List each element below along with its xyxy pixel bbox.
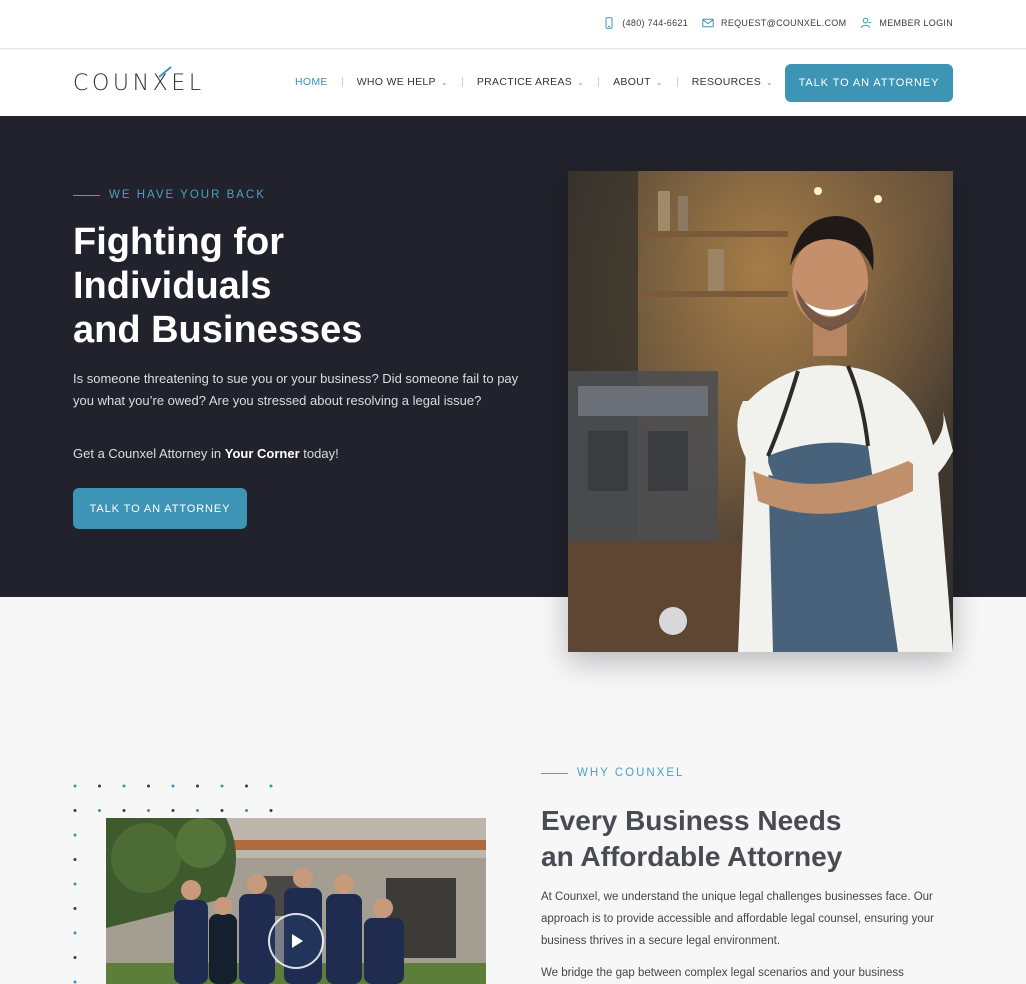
nav-divider xyxy=(461,77,463,87)
nav-resources-label: RESOURCES xyxy=(691,76,762,88)
decorative-dot xyxy=(147,784,150,788)
nav-divider xyxy=(598,77,600,87)
why-paragraph-2: We bridge the gap between complex legal … xyxy=(541,967,904,979)
chevron-down-icon: ⌄ xyxy=(577,77,585,87)
hero-paragraph: Is someone threatening to sue you or you… xyxy=(73,371,519,408)
why-title-line: Every Business Needs xyxy=(541,805,842,836)
logo-text-2: EL xyxy=(171,71,205,96)
why-title: Every Business Needs an Affordable Attor… xyxy=(541,803,961,875)
decorative-dot xyxy=(98,809,101,812)
why-title-line: an Affordable Attorney xyxy=(541,841,843,872)
utility-phone[interactable]: (480) 744-6621 xyxy=(603,17,688,29)
decorative-dot xyxy=(220,784,224,788)
talk-to-attorney-nav-button[interactable]: TALK TO AN ATTORNEY xyxy=(785,64,953,102)
nav-divider xyxy=(676,77,678,87)
utility-phone-label: (480) 744-6621 xyxy=(622,18,689,28)
decorative-dot xyxy=(196,809,199,812)
decorative-dot xyxy=(98,784,101,788)
hero-title-line: Individuals xyxy=(73,265,272,307)
decorative-dot xyxy=(73,809,77,812)
decorative-dot xyxy=(171,784,175,788)
logo-x: X xyxy=(153,66,172,96)
page: (480) 744-6621 REQUEST@COUNXEL.COM MEMBE… xyxy=(0,0,1026,984)
utility-email-label: REQUEST@COUNXEL.COM xyxy=(721,18,847,28)
decorative-dot xyxy=(245,784,248,788)
chevron-down-icon: ⌄ xyxy=(766,77,774,87)
decorative-dot xyxy=(73,931,77,935)
hero-cta-line: Get a Counxel Attorney in Your Corner to… xyxy=(73,444,339,464)
logo[interactable]: COUN X EL xyxy=(73,66,205,96)
why-eyebrow: WHY COUNXEL xyxy=(541,767,684,779)
decorative-dot xyxy=(73,956,77,959)
nav-divider xyxy=(341,77,343,87)
chevron-down-icon: ⌄ xyxy=(440,77,448,87)
phone-icon xyxy=(605,17,613,29)
decorative-dot xyxy=(220,809,224,812)
hero-cta-pre: Get a Counxel Attorney in xyxy=(73,446,225,461)
hero-cta-bold: Your Corner xyxy=(224,446,300,461)
hero-photo-barista xyxy=(568,171,953,652)
decorative-dot xyxy=(196,784,199,788)
hero-title: Fighting for Individuals and Businesses xyxy=(73,220,493,352)
decorative-dot xyxy=(122,784,126,788)
decorative-dot xyxy=(73,980,77,984)
logo-accent-stroke xyxy=(158,66,172,78)
decorative-dot xyxy=(73,907,77,910)
video-play-button[interactable] xyxy=(268,913,324,969)
member-login-label: MEMBER LOGIN xyxy=(879,18,953,28)
logo-text-1: COUN xyxy=(73,71,153,96)
nav-practice-areas[interactable]: PRACTICE AREAS ⌄ xyxy=(477,76,584,88)
play-icon xyxy=(292,934,303,948)
member-login-link[interactable]: MEMBER LOGIN xyxy=(860,17,953,29)
hero-cta-post: today! xyxy=(299,446,339,461)
hero-title-line: Fighting for xyxy=(73,221,285,263)
decorative-dot xyxy=(73,833,77,837)
utility-email[interactable]: REQUEST@COUNXEL.COM xyxy=(702,17,846,29)
decorative-dot xyxy=(122,809,126,812)
decorative-dot xyxy=(73,882,77,886)
primary-nav: HOME WHO WE HELP ⌄ PRACTICE AREAS ⌄ ABOUT ⌄… xyxy=(295,76,773,88)
decorative-dot xyxy=(147,809,150,812)
eyebrow-line xyxy=(73,194,100,196)
chevron-down-icon: ⌄ xyxy=(655,77,663,87)
nav-who-we-help-label: WHO WE HELP xyxy=(356,76,436,88)
hero-eyebrow: WE HAVE YOUR BACK xyxy=(73,189,266,201)
decorative-dot xyxy=(245,809,248,812)
talk-to-attorney-hero-button[interactable]: TALK TO AN ATTORNEY xyxy=(73,488,247,529)
nav-home-label: HOME xyxy=(295,76,328,88)
nav-home[interactable]: HOME xyxy=(295,76,328,88)
decorative-dot xyxy=(269,784,273,788)
nav-resources[interactable]: RESOURCES ⌄ xyxy=(692,76,773,88)
mail-icon xyxy=(702,18,714,28)
why-eyebrow-text: WHY COUNXEL xyxy=(577,767,685,779)
decorative-dot xyxy=(171,809,175,812)
hero-title-line: and Businesses xyxy=(73,309,363,351)
nav-about[interactable]: ABOUT ⌄ xyxy=(613,76,663,88)
why-paragraph-1: At Counxel, we understand the unique leg… xyxy=(541,891,934,947)
eyebrow-line xyxy=(541,772,568,774)
hero-eyebrow-text: WE HAVE YOUR BACK xyxy=(109,189,266,201)
nav-practice-areas-label: PRACTICE AREAS xyxy=(476,76,573,88)
decorative-dot xyxy=(269,809,273,812)
decorative-dot xyxy=(73,858,77,861)
nav-who-we-help[interactable]: WHO WE HELP ⌄ xyxy=(357,76,448,88)
decorative-dot xyxy=(73,784,77,788)
barista-illustration xyxy=(568,171,953,652)
nav-about-label: ABOUT xyxy=(613,76,651,88)
user-icon xyxy=(861,17,872,28)
utility-bar: (480) 744-6621 REQUEST@COUNXEL.COM MEMBE… xyxy=(0,0,1026,49)
